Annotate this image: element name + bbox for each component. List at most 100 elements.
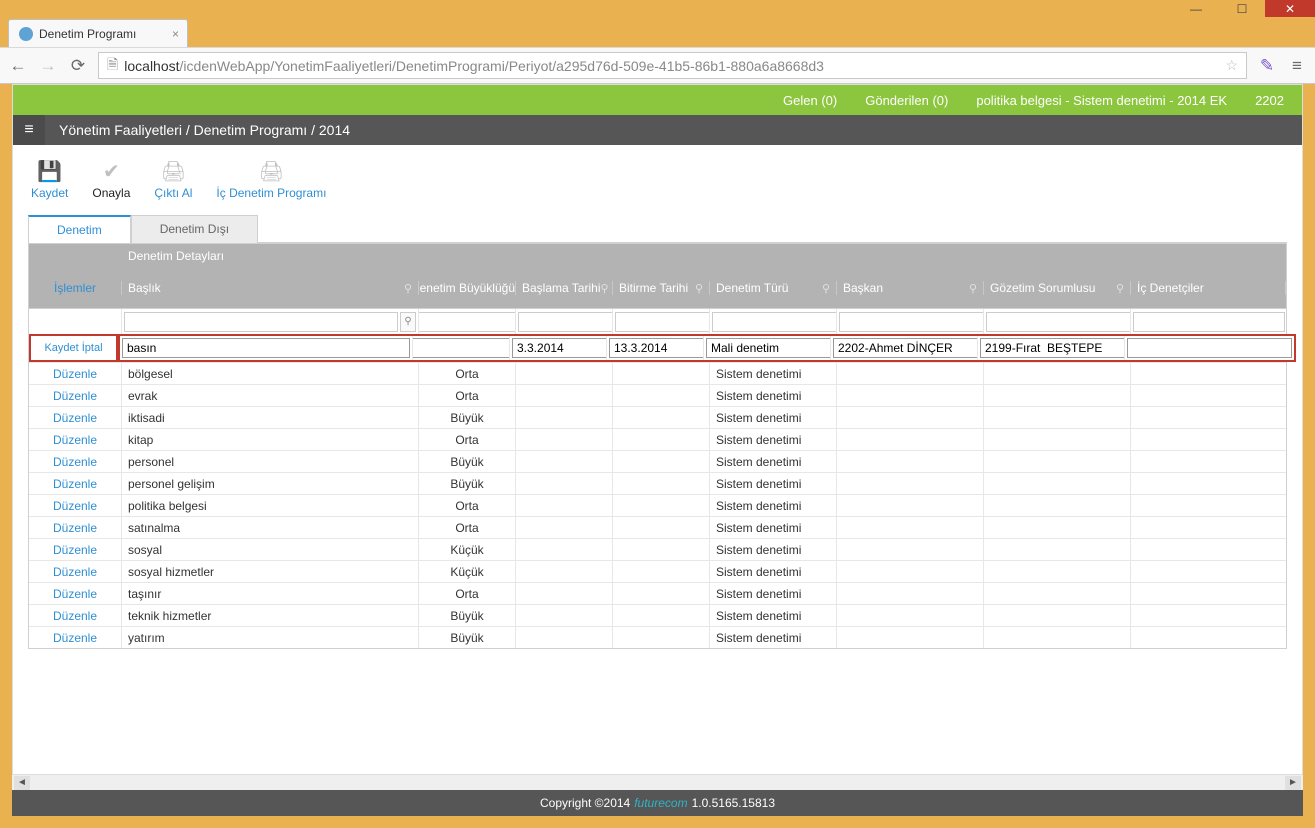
edit-link[interactable]: Düzenle — [29, 517, 122, 538]
funnel-icon[interactable]: ⚲ — [695, 282, 703, 295]
cell-title: personel — [122, 451, 419, 472]
cell-intaud — [1131, 627, 1286, 648]
edit-link[interactable]: Düzenle — [29, 451, 122, 472]
table-row: DüzenlebölgeselOrtaSistem denetimi — [29, 362, 1286, 384]
cell-leader — [837, 407, 984, 428]
hdr-size[interactable]: Denetim Büyüklüğü⚲ — [419, 281, 516, 295]
filter-title-input[interactable] — [124, 312, 398, 332]
edit-link[interactable]: Düzenle — [29, 363, 122, 384]
edit-end-input[interactable] — [609, 338, 704, 358]
edit-link[interactable]: Düzenle — [29, 407, 122, 428]
tab-close-icon[interactable]: × — [172, 27, 179, 41]
minimize-button[interactable]: — — [1173, 0, 1219, 17]
hdr-super[interactable]: Gözetim Sorumlusu⚲ — [984, 281, 1131, 295]
cell-intaud — [1131, 583, 1286, 604]
table-row: DüzenleyatırımBüyükSistem denetimi — [29, 626, 1286, 648]
save-icon: 💾 — [37, 159, 62, 184]
inbox-link[interactable]: Gelen (0) — [783, 93, 837, 108]
reload-icon[interactable]: ⟳ — [68, 56, 88, 76]
cell-type: Sistem denetimi — [710, 561, 837, 582]
maximize-button[interactable]: ☐ — [1219, 0, 1265, 17]
audit-grid: Denetim Detayları İşlemler Başlık⚲ Denet… — [28, 243, 1287, 649]
edit-link[interactable]: Düzenle — [29, 429, 122, 450]
edit-type-input[interactable] — [706, 338, 831, 358]
scroll-right-icon[interactable]: ► — [1285, 776, 1301, 790]
horizontal-scrollbar[interactable]: ◄ ► — [12, 774, 1303, 790]
menu-icon[interactable]: ≡ — [1287, 56, 1307, 76]
sent-link[interactable]: Gönderilen (0) — [865, 93, 948, 108]
filter-leader-input[interactable] — [839, 312, 984, 332]
grid-header: İşlemler Başlık⚲ Denetim Büyüklüğü⚲ Başl… — [29, 268, 1286, 308]
cell-super — [984, 451, 1131, 472]
cell-type: Sistem denetimi — [710, 583, 837, 604]
hdr-type[interactable]: Denetim Türü⚲ — [710, 281, 837, 295]
scroll-left-icon[interactable]: ◄ — [14, 776, 30, 790]
filter-type-input[interactable] — [712, 312, 837, 332]
edit-start-input[interactable] — [512, 338, 607, 358]
hamburger-icon[interactable]: ≡ — [13, 115, 45, 145]
grid-section-title: Denetim Detayları — [122, 249, 1286, 263]
cell-end — [613, 517, 710, 538]
browser-tab[interactable]: Denetim Programı × — [8, 19, 188, 47]
filter-end-input[interactable] — [615, 312, 710, 332]
cell-super — [984, 583, 1131, 604]
edit-link[interactable]: Düzenle — [29, 583, 122, 604]
edit-super-input[interactable] — [980, 338, 1125, 358]
edit-link[interactable]: Düzenle — [29, 473, 122, 494]
cell-type: Sistem denetimi — [710, 385, 837, 406]
back-icon[interactable]: ← — [8, 56, 28, 76]
tab-audit[interactable]: Denetim — [28, 215, 131, 243]
close-button[interactable]: ✕ — [1265, 0, 1315, 17]
edit-title-input[interactable] — [122, 338, 410, 358]
save-button[interactable]: 💾 Kaydet — [31, 159, 68, 200]
filter-size-input[interactable] — [419, 312, 516, 332]
funnel-icon[interactable]: ⚲ — [1116, 282, 1124, 295]
edit-save-link[interactable]: Kaydet — [44, 342, 78, 354]
hdr-leader[interactable]: Başkan⚲ — [837, 281, 984, 295]
funnel-icon[interactable]: ⚲ — [969, 282, 977, 295]
edit-size-input[interactable] — [413, 338, 510, 358]
cell-leader — [837, 583, 984, 604]
print-label: Çıktı Al — [154, 186, 192, 200]
edit-cancel-link[interactable]: İptal — [82, 342, 103, 354]
extension-icon[interactable]: ✎ — [1257, 56, 1277, 76]
tab-out-of-audit[interactable]: Denetim Dışı — [131, 215, 258, 243]
filter-super-input[interactable] — [986, 312, 1131, 332]
print-icon: 🖨 — [161, 159, 186, 184]
edit-link[interactable]: Düzenle — [29, 385, 122, 406]
funnel-icon[interactable]: ⚲ — [404, 282, 412, 295]
print-button[interactable]: 🖨 Çıktı Al — [154, 159, 192, 200]
edit-link[interactable]: Düzenle — [29, 495, 122, 516]
url-input[interactable]: 🗎 localhost/icdenWebApp/YonetimFaaliyetl… — [98, 52, 1247, 79]
edit-leader-input[interactable] — [833, 338, 978, 358]
app-content: Gelen (0) Gönderilen (0) politika belges… — [12, 84, 1303, 804]
hdr-end[interactable]: Bitirme Tarihi⚲ — [613, 281, 710, 295]
cell-end — [613, 451, 710, 472]
hdr-intaud[interactable]: İç Denetçiler — [1131, 281, 1286, 295]
edit-link[interactable]: Düzenle — [29, 561, 122, 582]
cell-leader — [837, 561, 984, 582]
bookmark-icon[interactable]: ☆ — [1225, 57, 1238, 74]
window-titlebar: — ☐ ✕ — [0, 0, 1315, 17]
approve-button[interactable]: ✔ Onayla — [92, 159, 130, 200]
forward-icon[interactable]: → — [38, 56, 58, 76]
internal-audit-button[interactable]: 🖨 İç Denetim Programı — [216, 159, 326, 200]
internal-audit-label: İç Denetim Programı — [216, 186, 326, 200]
filter-intaud-input[interactable] — [1133, 312, 1285, 332]
hdr-start[interactable]: Başlama Tarihi⚲ — [516, 281, 613, 295]
filter-title-funnel[interactable]: ⚲ — [400, 312, 416, 332]
cell-title: sosyal hizmetler — [122, 561, 419, 582]
funnel-icon[interactable]: ⚲ — [822, 282, 830, 295]
funnel-icon[interactable]: ⚲ — [600, 282, 608, 295]
cell-title: taşınır — [122, 583, 419, 604]
edit-link[interactable]: Düzenle — [29, 627, 122, 648]
cell-super — [984, 627, 1131, 648]
edit-link[interactable]: Düzenle — [29, 539, 122, 560]
edit-link[interactable]: Düzenle — [29, 605, 122, 626]
hdr-title[interactable]: Başlık⚲ — [122, 281, 419, 295]
approve-label: Onayla — [92, 186, 130, 200]
internal-audit-icon: 🖨 — [259, 159, 284, 184]
cell-start — [516, 627, 613, 648]
edit-intaud-input[interactable] — [1127, 338, 1292, 358]
filter-start-input[interactable] — [518, 312, 613, 332]
